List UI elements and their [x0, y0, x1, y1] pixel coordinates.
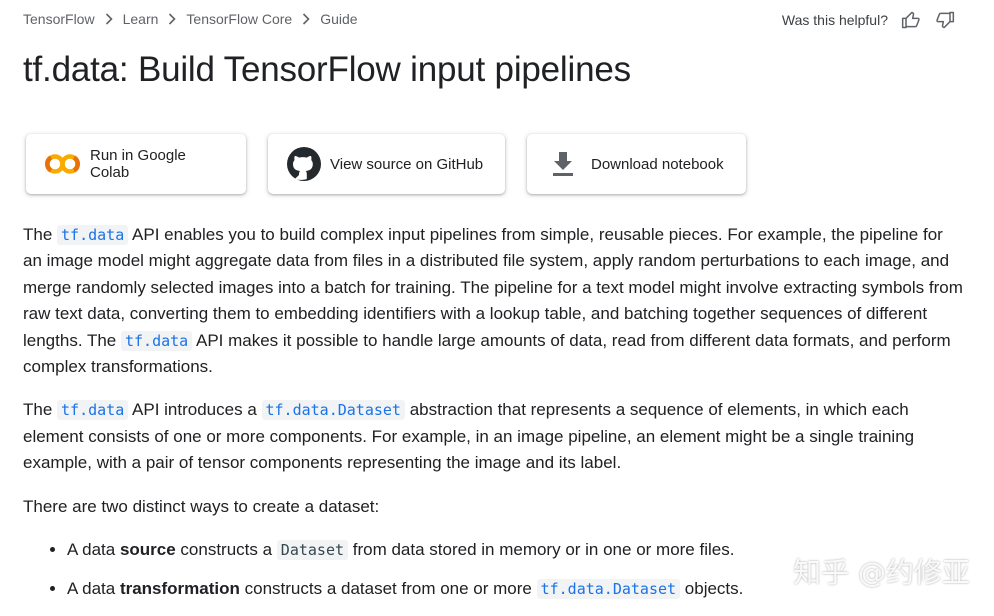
tf-data-dataset-link[interactable]: tf.data.Dataset	[536, 579, 681, 600]
chevron-right-icon	[302, 13, 310, 25]
chevron-right-icon	[105, 13, 113, 25]
download-notebook-label: Download notebook	[591, 155, 724, 173]
tf-data-dataset-link[interactable]: tf.data.Dataset	[261, 400, 405, 421]
download-notebook-button[interactable]: Download notebook	[527, 134, 746, 194]
tf-data-link[interactable]: tf.data	[57, 400, 129, 421]
watermark: 知乎 @约修亚	[793, 556, 970, 589]
notebook-buttons: Run in Google Colab View source on GitHu…	[26, 134, 746, 194]
run-in-colab-label: Run in Google Colab	[90, 147, 186, 181]
download-icon	[551, 151, 575, 177]
thumb-down-icon[interactable]	[934, 9, 956, 31]
dataset-paragraph: The tf.data API introduces a tf.data.Dat…	[23, 400, 915, 473]
intro-paragraph: The tf.data API enables you to build com…	[23, 225, 963, 377]
view-on-github-label: View source on GitHub	[330, 155, 484, 173]
chevron-right-icon	[168, 13, 177, 25]
tf-data-link[interactable]: tf.data	[120, 330, 193, 351]
breadcrumb-item-tensorflow-core[interactable]: TensorFlow Core	[186, 11, 292, 27]
tf-data-link[interactable]: tf.data	[57, 225, 129, 245]
breadcrumb: TensorFlow Learn TensorFlow Core Guide	[23, 11, 358, 27]
ways-paragraph: There are two distinct ways to create a …	[23, 496, 380, 516]
thumb-up-icon[interactable]	[900, 9, 922, 31]
breadcrumb-item-guide[interactable]: Guide	[320, 11, 357, 27]
breadcrumb-item-learn[interactable]: Learn	[123, 11, 159, 27]
helpful-label: Was this helpful?	[781, 12, 888, 28]
feedback-widget: Was this helpful?	[782, 9, 956, 31]
breadcrumb-item-tensorflow[interactable]: TensorFlow	[23, 11, 95, 27]
github-icon	[286, 146, 322, 182]
colab-icon	[44, 153, 82, 175]
run-in-colab-button[interactable]: Run in Google Colab	[26, 134, 246, 194]
dataset-code: Dataset	[276, 540, 349, 561]
page-title: tf.data: Build TensorFlow input pipeline…	[23, 50, 631, 89]
view-on-github-button[interactable]: View source on GitHub	[268, 134, 505, 194]
